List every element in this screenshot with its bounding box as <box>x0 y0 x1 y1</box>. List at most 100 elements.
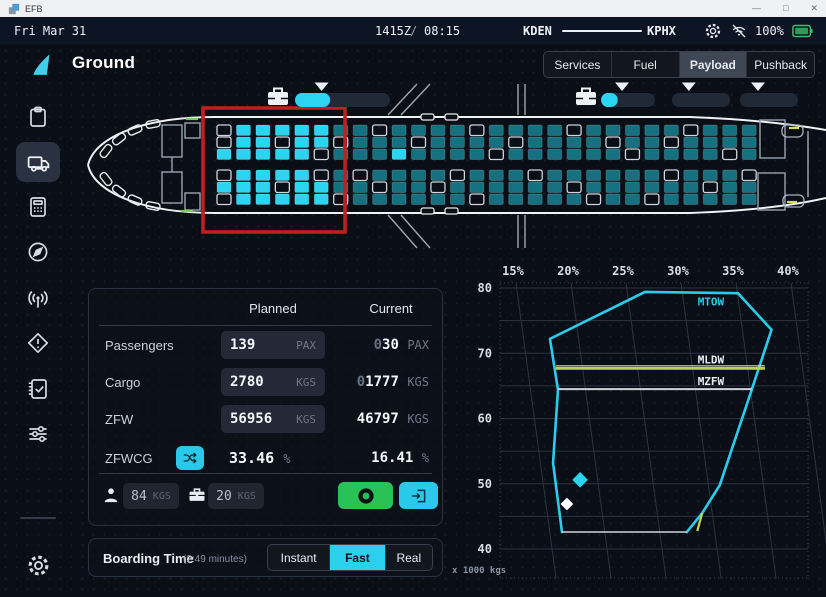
cargo-marker[interactable] <box>315 83 329 92</box>
seat-empty[interactable] <box>606 137 620 148</box>
sidebar-item-flight-info[interactable] <box>16 97 60 137</box>
cargo-planned-input[interactable]: 2780 KGS <box>221 368 325 396</box>
maximize-button[interactable]: □ <box>783 0 788 17</box>
seat-planned[interactable] <box>587 149 601 160</box>
sidebar-item-atc[interactable] <box>16 278 60 318</box>
seat-empty[interactable] <box>373 125 387 136</box>
seat-planned[interactable] <box>353 194 367 205</box>
seat-planned[interactable] <box>412 182 426 193</box>
seat-planned[interactable] <box>742 125 756 136</box>
seat-planned[interactable] <box>723 182 737 193</box>
seat-planned[interactable] <box>664 194 678 205</box>
seat-planned[interactable] <box>723 194 737 205</box>
bag-weight-input[interactable]: 20 KGS <box>208 483 264 509</box>
seat-planned[interactable] <box>509 170 523 181</box>
seat-boarded[interactable] <box>275 125 289 136</box>
seat-planned[interactable] <box>528 149 542 160</box>
cargo-marker[interactable] <box>682 83 696 92</box>
seat-planned[interactable] <box>587 182 601 193</box>
cargo-marker[interactable] <box>615 83 629 92</box>
seat-planned[interactable] <box>645 137 659 148</box>
seat-empty[interactable] <box>470 194 484 205</box>
seat-planned[interactable] <box>373 170 387 181</box>
seat-planned[interactable] <box>742 149 756 160</box>
seat-planned[interactable] <box>450 137 464 148</box>
seat-boarded[interactable] <box>256 125 270 136</box>
seat-boarded[interactable] <box>256 170 270 181</box>
seat-empty[interactable] <box>275 182 289 193</box>
seat-planned[interactable] <box>548 182 562 193</box>
seat-planned[interactable] <box>489 194 503 205</box>
seat-planned[interactable] <box>587 170 601 181</box>
cargo-marker[interactable] <box>751 83 765 92</box>
seat-boarded[interactable] <box>295 182 309 193</box>
seat-planned[interactable] <box>392 182 406 193</box>
seat-planned[interactable] <box>470 170 484 181</box>
sidebar-item-settings[interactable] <box>16 545 60 585</box>
seat-planned[interactable] <box>606 182 620 193</box>
seat-planned[interactable] <box>625 194 639 205</box>
seat-planned[interactable] <box>703 149 717 160</box>
seat-boarded[interactable] <box>256 149 270 160</box>
seat-planned[interactable] <box>645 149 659 160</box>
seat-boarded[interactable] <box>295 194 309 205</box>
seat-planned[interactable] <box>450 194 464 205</box>
seat-planned[interactable] <box>489 170 503 181</box>
seat-planned[interactable] <box>548 125 562 136</box>
seat-planned[interactable] <box>606 149 620 160</box>
seat-planned[interactable] <box>412 125 426 136</box>
seat-boarded[interactable] <box>275 194 289 205</box>
seat-empty[interactable] <box>742 170 756 181</box>
seat-empty[interactable] <box>664 137 678 148</box>
sidebar-item-navigation[interactable] <box>16 232 60 272</box>
seat-boarded[interactable] <box>275 170 289 181</box>
seat-planned[interactable] <box>703 170 717 181</box>
wifi-off-icon[interactable] <box>730 22 748 40</box>
seat-planned[interactable] <box>353 137 367 148</box>
seat-planned[interactable] <box>645 170 659 181</box>
seat-empty[interactable] <box>314 170 328 181</box>
seat-planned[interactable] <box>664 125 678 136</box>
seat-planned[interactable] <box>567 170 581 181</box>
close-button[interactable]: ✕ <box>810 0 818 17</box>
seat-planned[interactable] <box>684 170 698 181</box>
seat-planned[interactable] <box>645 182 659 193</box>
seat-boarded[interactable] <box>295 137 309 148</box>
seat-planned[interactable] <box>509 149 523 160</box>
seat-planned[interactable] <box>528 137 542 148</box>
seat-empty[interactable] <box>470 125 484 136</box>
seat-planned[interactable] <box>703 137 717 148</box>
seat-planned[interactable] <box>548 149 562 160</box>
seat-planned[interactable] <box>742 182 756 193</box>
seat-planned[interactable] <box>625 170 639 181</box>
seat-planned[interactable] <box>489 137 503 148</box>
seat-planned[interactable] <box>470 149 484 160</box>
seat-planned[interactable] <box>373 149 387 160</box>
seat-empty[interactable] <box>587 194 601 205</box>
seat-empty[interactable] <box>509 137 523 148</box>
seat-planned[interactable] <box>723 125 737 136</box>
seat-empty[interactable] <box>353 170 367 181</box>
seat-boarded[interactable] <box>275 149 289 160</box>
seat-planned[interactable] <box>431 125 445 136</box>
sidebar-item-failures[interactable] <box>16 323 60 363</box>
seat-empty[interactable] <box>645 194 659 205</box>
seat-empty[interactable] <box>314 149 328 160</box>
seat-planned[interactable] <box>412 170 426 181</box>
gear-icon[interactable] <box>704 22 722 40</box>
seat-planned[interactable] <box>548 137 562 148</box>
seat-planned[interactable] <box>606 125 620 136</box>
seat-boarded[interactable] <box>236 137 250 148</box>
seat-planned[interactable] <box>509 182 523 193</box>
seat-planned[interactable] <box>412 194 426 205</box>
sidebar-item-ground[interactable] <box>16 142 60 182</box>
seat-planned[interactable] <box>567 194 581 205</box>
seat-boarded[interactable] <box>217 149 231 160</box>
pax-weight-input[interactable]: 84 KGS <box>123 483 179 509</box>
seat-planned[interactable] <box>353 125 367 136</box>
seat-boarded[interactable] <box>314 125 328 136</box>
seat-empty[interactable] <box>217 194 231 205</box>
seat-empty[interactable] <box>723 149 737 160</box>
sidebar-item-checklists[interactable] <box>16 369 60 409</box>
seat-planned[interactable] <box>528 182 542 193</box>
